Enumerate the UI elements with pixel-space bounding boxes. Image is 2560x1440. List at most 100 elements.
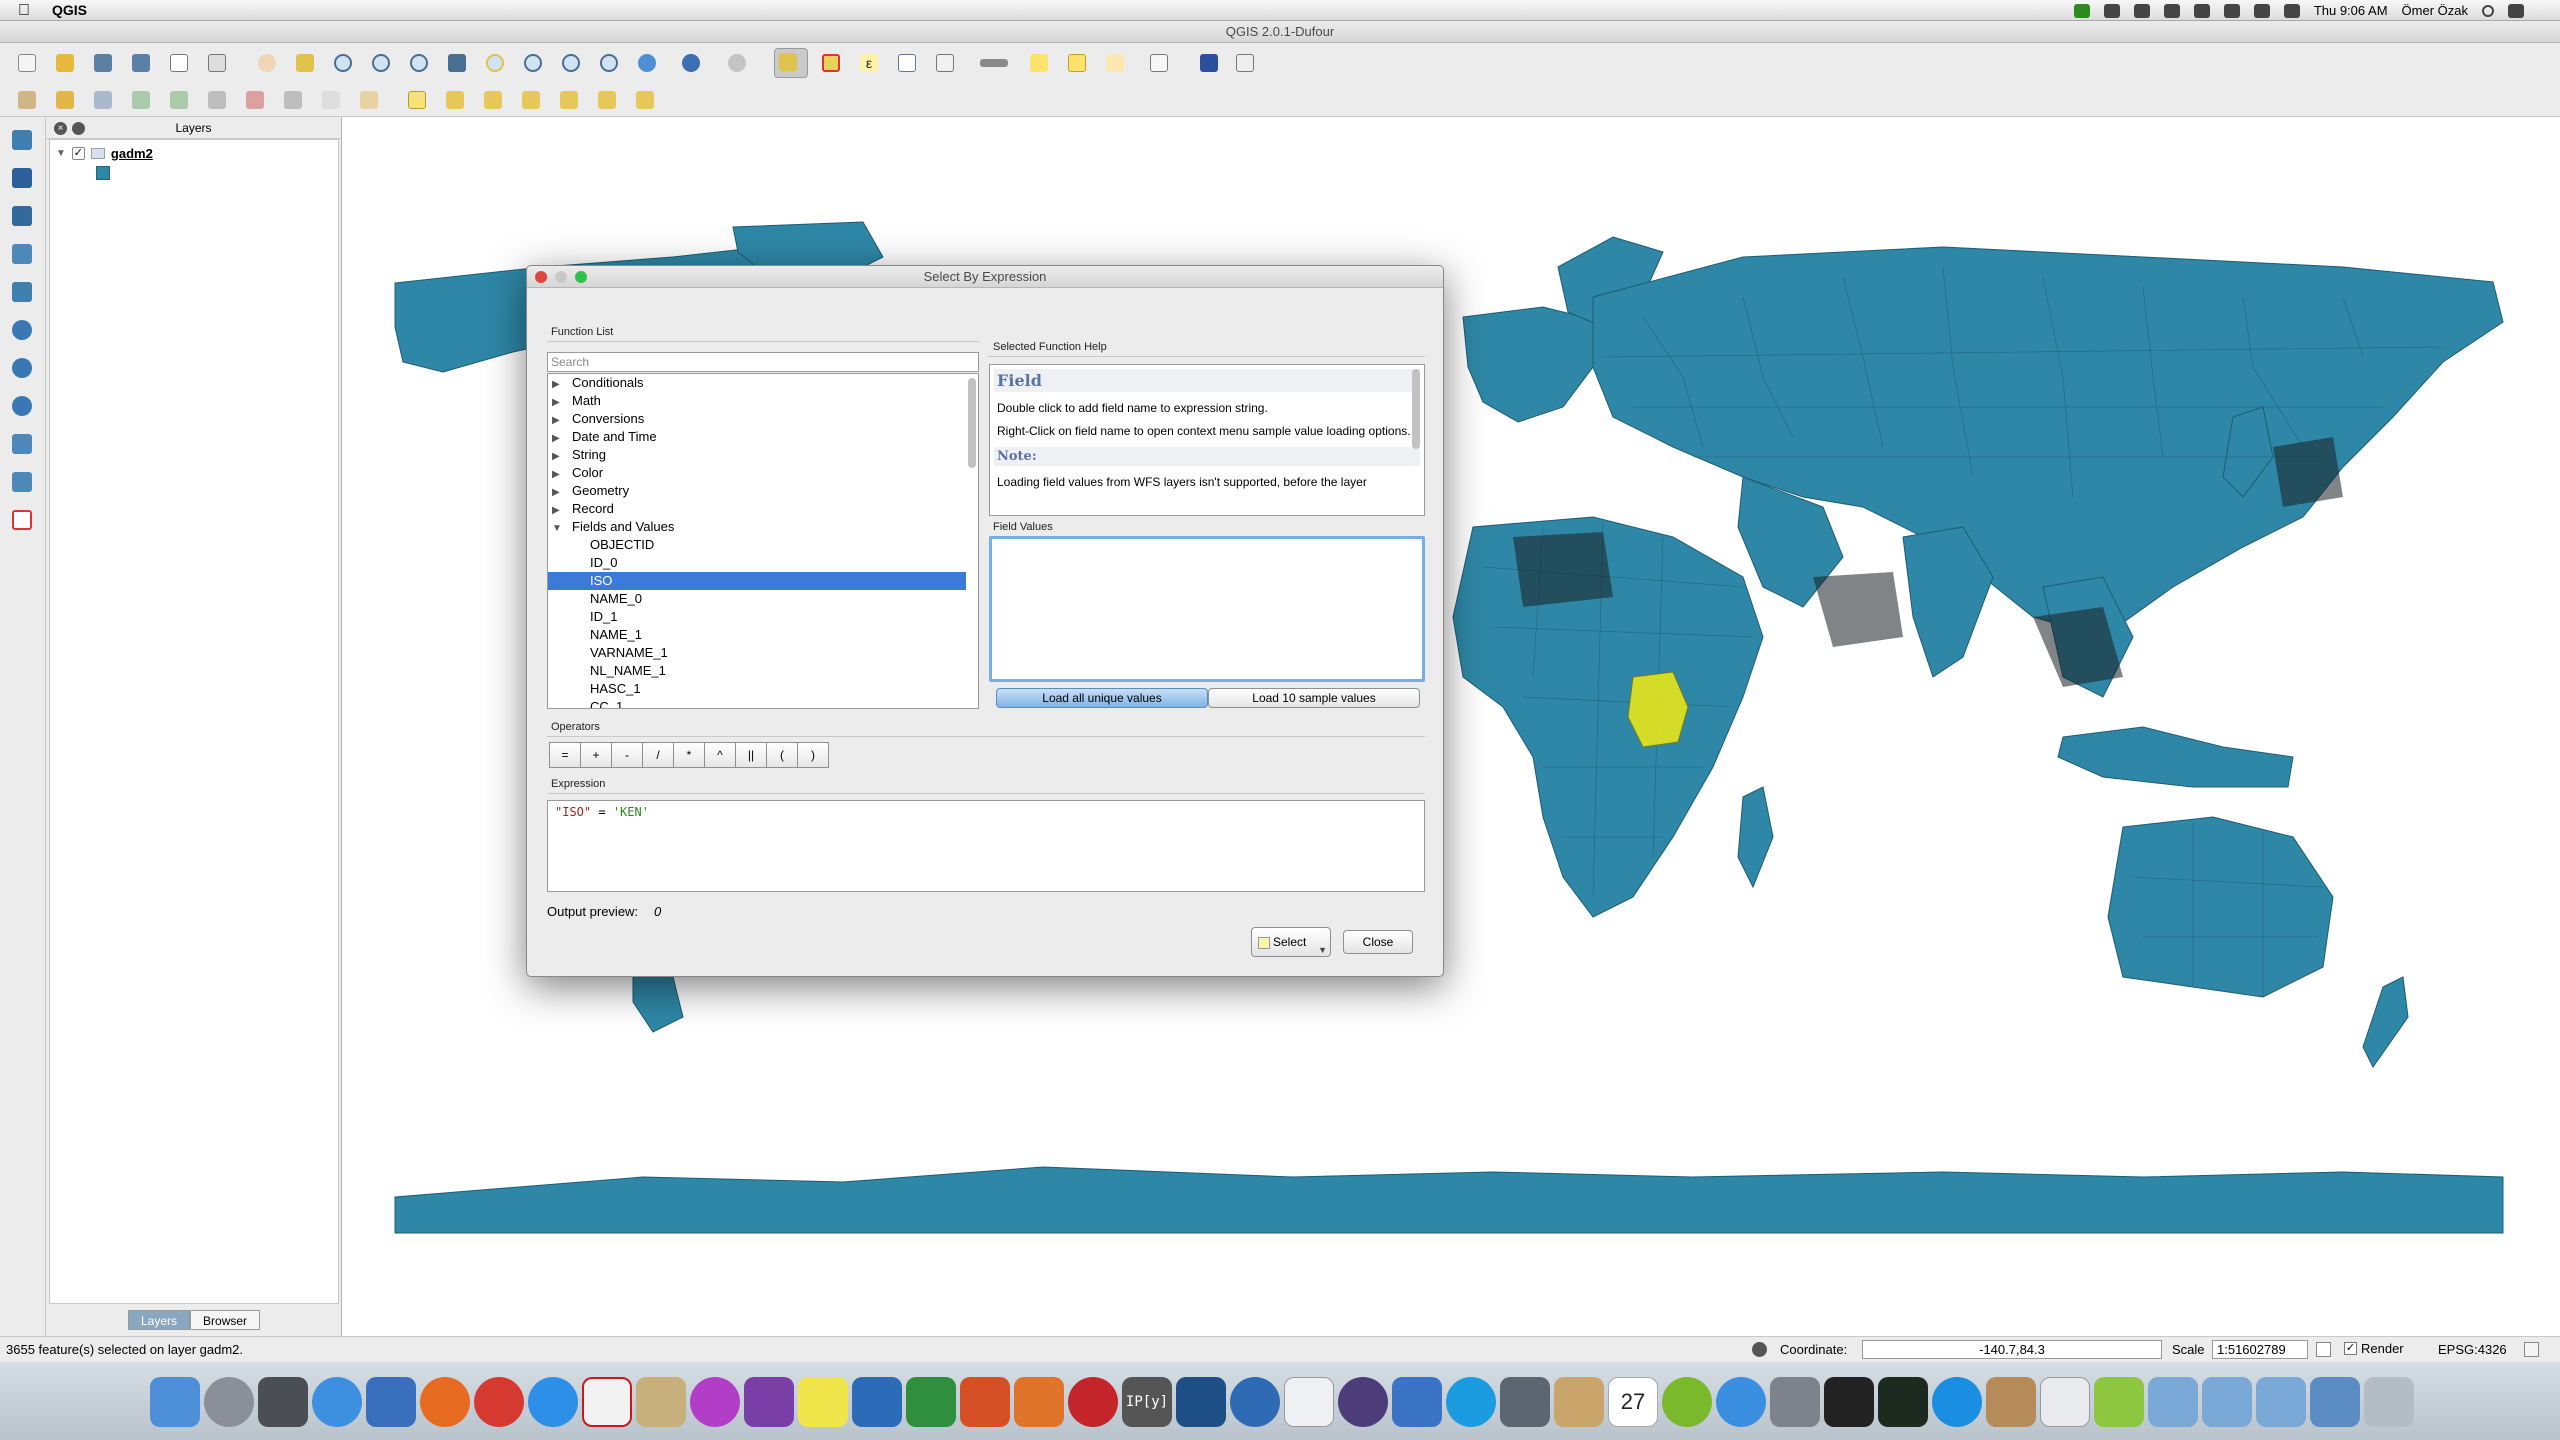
ipython-icon[interactable]: IP[y]: [1122, 1377, 1172, 1427]
open-project-icon[interactable]: [52, 50, 78, 76]
messages-icon[interactable]: [2524, 1342, 2539, 1357]
new-project-icon[interactable]: [14, 50, 40, 76]
text-annotation-icon[interactable]: [1146, 50, 1182, 76]
zoom-to-layer-icon[interactable]: [520, 50, 546, 76]
load-all-unique-values-button[interactable]: Load all unique values: [996, 688, 1208, 708]
map-tips-icon[interactable]: [1026, 50, 1052, 76]
current-edits-icon[interactable]: [14, 87, 40, 113]
action-icon[interactable]: [724, 50, 750, 76]
safari-icon[interactable]: [528, 1377, 578, 1427]
teamviewer-icon[interactable]: [1932, 1377, 1982, 1427]
add-mssql-layer-icon[interactable]: [9, 279, 35, 305]
user-name[interactable]: Ömer Özak: [2402, 3, 2468, 18]
function-group-color[interactable]: ▶ Color: [548, 464, 966, 482]
tab-browser[interactable]: Browser: [190, 1310, 261, 1330]
function-group-string[interactable]: ▶ String: [548, 446, 966, 464]
text-editor-icon[interactable]: [1392, 1377, 1442, 1427]
applications-folder-icon[interactable]: [2148, 1377, 2198, 1427]
save-as-icon[interactable]: [128, 50, 154, 76]
field-item[interactable]: NAME_0: [548, 590, 966, 608]
pan-map-icon[interactable]: [254, 50, 280, 76]
status-icon-bluetooth[interactable]: [2223, 3, 2240, 18]
tab-layers[interactable]: Layers: [128, 1310, 191, 1330]
status-icon-volume[interactable]: [2283, 3, 2300, 18]
zoom-next-icon[interactable]: [596, 50, 622, 76]
field-item-selected[interactable]: ISO: [548, 572, 966, 590]
mathematica-icon[interactable]: [1068, 1377, 1118, 1427]
zoom-last-icon[interactable]: [558, 50, 584, 76]
contacts-icon[interactable]: [1554, 1377, 1604, 1427]
add-wfs-layer-icon[interactable]: [9, 393, 35, 419]
layer-tree[interactable]: ▼ ✓ gadm2: [49, 139, 339, 1304]
load-sample-values-button[interactable]: Load 10 sample values: [1208, 688, 1420, 708]
photo-app-icon[interactable]: [744, 1377, 794, 1427]
trash-icon[interactable]: [2364, 1377, 2414, 1427]
attribute-table-icon[interactable]: [894, 50, 920, 76]
function-group-fields-values[interactable]: ▼ Fields and Values: [548, 518, 966, 536]
move-feature-icon[interactable]: [166, 87, 192, 113]
zoom-full-icon[interactable]: [444, 50, 470, 76]
zoom-actual-size-icon[interactable]: [406, 50, 432, 76]
clock[interactable]: Thu 9:06 AM: [2314, 3, 2388, 18]
deselect-features-icon[interactable]: [818, 50, 844, 76]
help-scrollbar[interactable]: [1412, 369, 1420, 449]
layer-name[interactable]: gadm2: [111, 146, 153, 161]
function-group-conditionals[interactable]: ▶ Conditionals: [548, 374, 966, 392]
window-stack-icon[interactable]: [2310, 1377, 2360, 1427]
function-search-input[interactable]: Search: [547, 352, 979, 372]
select-button[interactable]: Select ▼: [1251, 927, 1331, 957]
multiply-operator-button[interactable]: *: [673, 742, 705, 768]
minimize-window-icon[interactable]: [555, 271, 567, 283]
layer-visibility-checkbox[interactable]: ✓: [71, 146, 85, 160]
field-item[interactable]: ID_0: [548, 554, 966, 572]
power-operator-button[interactable]: ^: [704, 742, 736, 768]
field-item[interactable]: HASC_1: [548, 680, 966, 698]
coordinate-field[interactable]: -140.7,84.3: [1862, 1340, 2162, 1359]
new-print-composer-icon[interactable]: [166, 50, 192, 76]
function-list-scrollbar[interactable]: [968, 378, 976, 468]
apple-menu-icon[interactable]: : [18, 0, 30, 21]
zoom-to-selection-icon[interactable]: [482, 50, 508, 76]
expression-editor[interactable]: "ISO" = 'KEN': [547, 800, 1425, 892]
new-shapefile-layer-icon[interactable]: [9, 469, 35, 495]
save-project-icon[interactable]: [90, 50, 116, 76]
system-update-icon[interactable]: [366, 1377, 416, 1427]
field-item[interactable]: CC_1: [548, 698, 966, 708]
new-bookmark-icon[interactable]: [1064, 50, 1090, 76]
zoom-window-icon[interactable]: [575, 271, 587, 283]
add-delimited-text-layer-icon[interactable]: [9, 431, 35, 457]
remove-layer-icon[interactable]: [9, 507, 35, 533]
grid-app-icon[interactable]: [1284, 1377, 1334, 1427]
open-paren-button[interactable]: (: [766, 742, 798, 768]
add-feature-icon[interactable]: [128, 87, 154, 113]
divide-operator-button[interactable]: /: [642, 742, 674, 768]
scale-combobox[interactable]: 1:51602789: [2212, 1340, 2308, 1359]
equals-operator-button[interactable]: =: [549, 742, 581, 768]
copy-features-icon[interactable]: [318, 87, 344, 113]
move-label-icon[interactable]: [518, 87, 544, 113]
function-group-record[interactable]: ▶ Record: [548, 500, 966, 518]
minus-operator-button[interactable]: -: [611, 742, 643, 768]
status-icon-sync[interactable]: [2163, 3, 2180, 18]
pin-labels-icon[interactable]: [442, 87, 468, 113]
show-bookmarks-icon[interactable]: [1102, 50, 1128, 76]
add-spatialite-layer-icon[interactable]: [9, 241, 35, 267]
add-postgis-layer-icon[interactable]: [9, 203, 35, 229]
skype-icon[interactable]: [1446, 1377, 1496, 1427]
spotify-icon[interactable]: [1662, 1377, 1712, 1427]
activity-monitor-icon[interactable]: [1878, 1377, 1928, 1427]
refresh-icon[interactable]: [634, 50, 660, 76]
stata-icon[interactable]: [1176, 1377, 1226, 1427]
composer-manager-icon[interactable]: [204, 50, 230, 76]
whats-this-icon[interactable]: [1232, 50, 1258, 76]
spotlight-icon[interactable]: [2482, 4, 2494, 17]
plus-operator-button[interactable]: +: [580, 742, 612, 768]
r-icon[interactable]: [1230, 1377, 1280, 1427]
qgis-icon[interactable]: [2094, 1377, 2144, 1427]
grid-app-2-icon[interactable]: [2040, 1377, 2090, 1427]
itunes-icon[interactable]: [1716, 1377, 1766, 1427]
coordinate-toggle-icon[interactable]: [1752, 1342, 1767, 1357]
chrome-icon[interactable]: [474, 1377, 524, 1427]
select-dropdown-arrow-icon[interactable]: ▼: [1318, 936, 1327, 964]
launchpad-icon[interactable]: [204, 1377, 254, 1427]
